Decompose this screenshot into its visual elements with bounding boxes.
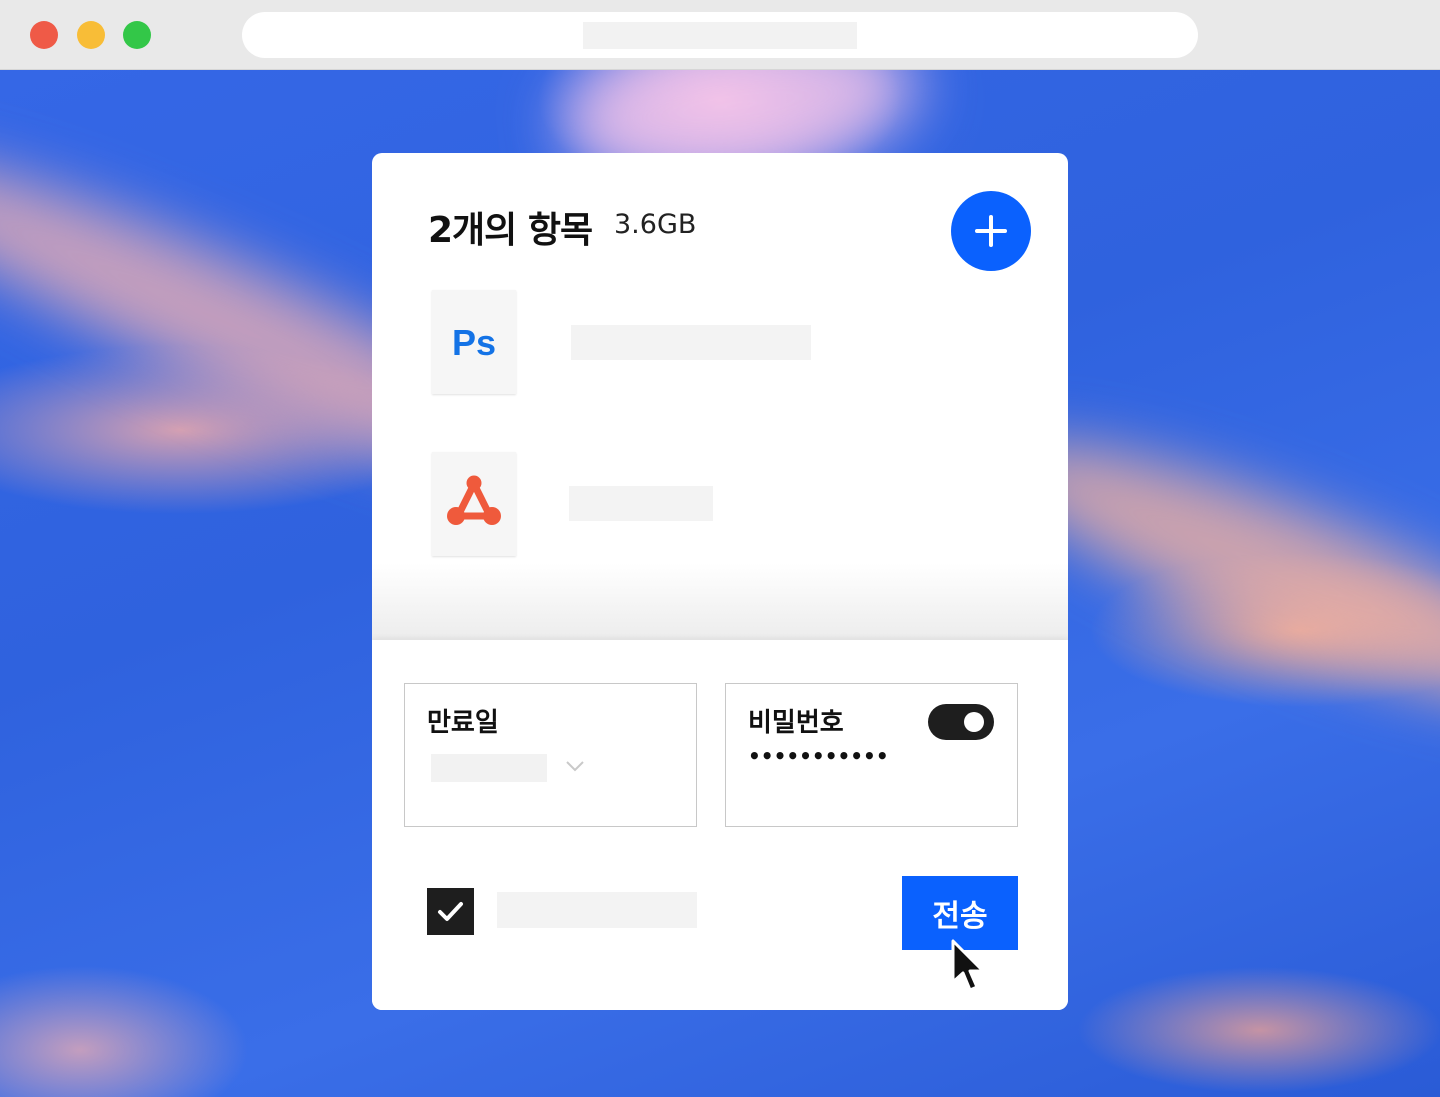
close-window-button[interactable] [30,21,58,49]
expiry-date-value-placeholder[interactable] [431,754,547,782]
total-size: 3.6GB [614,209,697,240]
transfer-panel: 2개의 항목 3.6GB Ps 만료일 비밀번호 ••••••••••• 전송 [372,153,1068,1010]
acrobat-file-icon [432,452,516,556]
password-toggle[interactable] [928,704,994,740]
expiry-date-field[interactable]: 만료일 [404,683,697,827]
checkmark-icon [438,902,463,921]
add-files-button[interactable] [951,191,1031,271]
address-text-placeholder [583,22,857,49]
photoshop-icon: Ps [451,322,497,363]
password-field[interactable]: 비밀번호 ••••••••••• [725,683,1018,827]
maximize-window-button[interactable] [123,21,151,49]
toggle-knob [964,712,984,732]
panel-title: 2개의 항목 [428,210,593,251]
password-label: 비밀번호 [748,708,844,738]
mouse-pointer-icon [951,939,985,992]
option-checkbox[interactable] [427,888,474,935]
browser-toolbar [0,0,1440,70]
photoshop-file-icon: Ps [432,290,516,394]
minimize-window-button[interactable] [77,21,105,49]
password-value[interactable]: ••••••••••• [748,744,889,768]
address-bar[interactable] [242,12,1198,58]
expiry-label: 만료일 [427,708,499,738]
chevron-down-icon[interactable] [565,758,585,774]
checkbox-label-placeholder [497,892,697,928]
file-name-placeholder [569,486,713,521]
file-name-placeholder [571,325,811,360]
acrobat-pdf-icon [447,475,501,525]
